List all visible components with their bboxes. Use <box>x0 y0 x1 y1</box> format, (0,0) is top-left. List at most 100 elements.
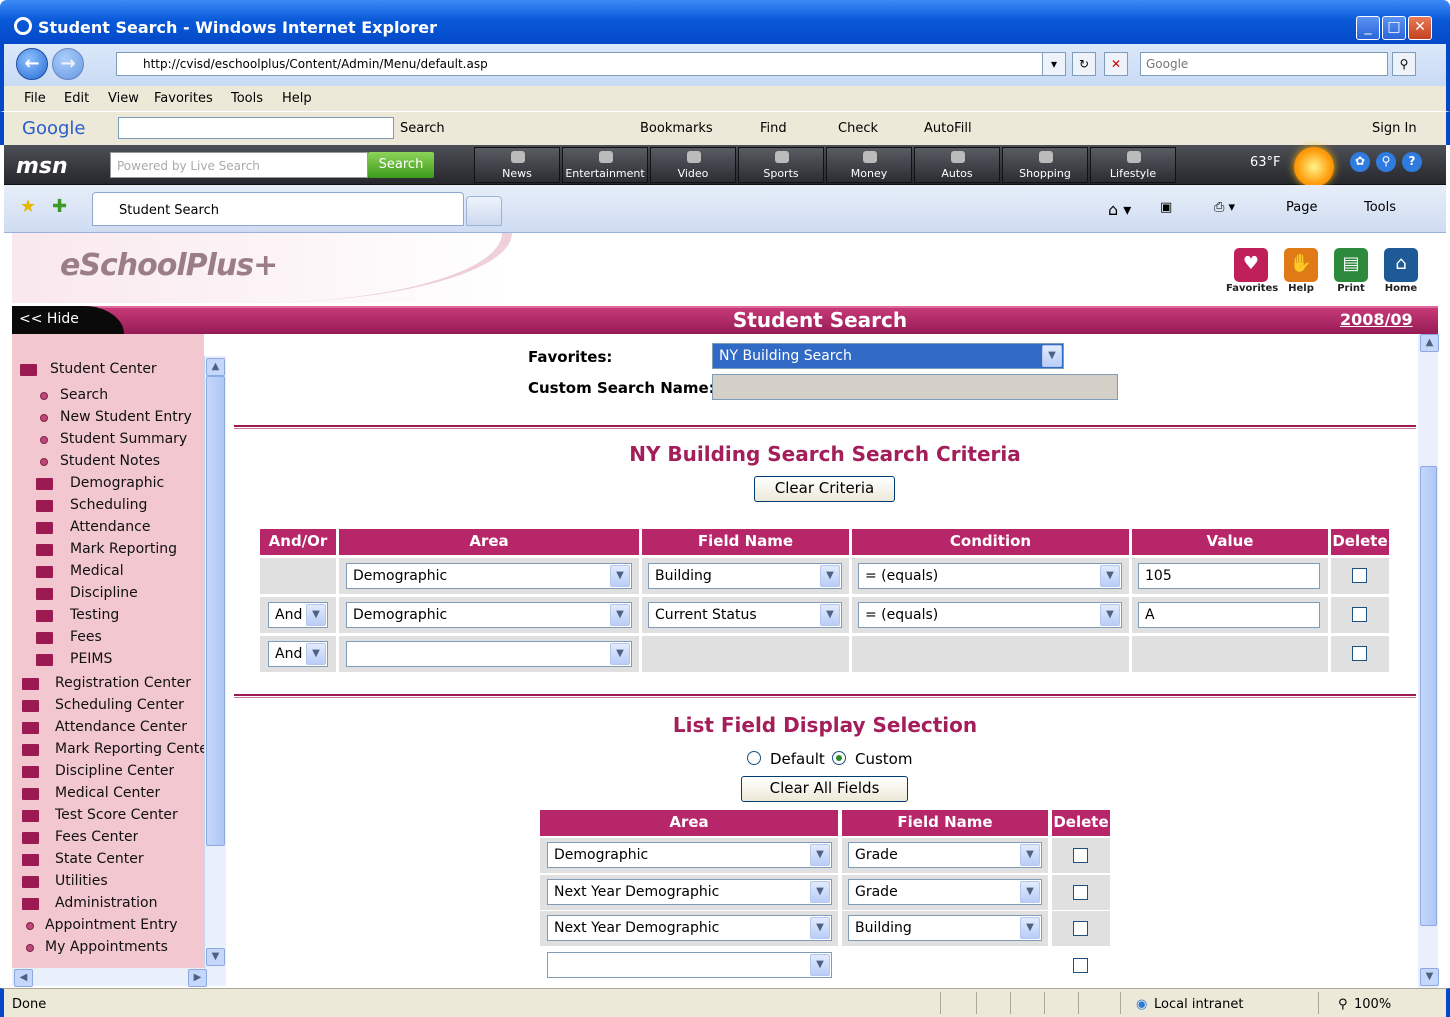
clear-all-fields-button[interactable]: Clear All Fields <box>741 776 908 802</box>
display-field-select[interactable]: Building ▼ <box>848 915 1042 941</box>
default-radio[interactable] <box>747 751 761 765</box>
search-icon[interactable]: ⚲ <box>1392 52 1416 76</box>
zoom-level[interactable]: 100% <box>1354 997 1391 1012</box>
favorites-star-icon[interactable]: ★ <box>20 196 36 217</box>
sidebar-scroll-thumb[interactable] <box>206 376 225 846</box>
custom-search-name-input[interactable] <box>712 374 1118 400</box>
msn-messenger-icon[interactable]: ✿ <box>1350 152 1370 172</box>
chevron-down-icon[interactable]: ▼ <box>306 643 326 665</box>
minimize-button[interactable]: _ <box>1356 16 1380 40</box>
andor-select[interactable]: And ▼ <box>268 602 328 628</box>
feeds-icon[interactable]: ▣ <box>1160 200 1172 215</box>
scroll-left-icon[interactable]: ◀ <box>14 969 33 987</box>
msn-tab-lifestyle[interactable]: Lifestyle <box>1090 147 1176 183</box>
favorites-select[interactable]: NY Building Search ▼ <box>712 343 1064 369</box>
chevron-down-icon[interactable]: ▼ <box>610 643 630 665</box>
andor-select[interactable]: And ▼ <box>268 641 328 667</box>
page-menu[interactable]: Page <box>1286 200 1317 215</box>
sidebar-scroll-down-icon[interactable]: ▼ <box>206 948 225 966</box>
sign-in-button[interactable]: Sign In <box>1372 121 1417 136</box>
chevron-down-icon[interactable]: ▼ <box>810 881 830 903</box>
chevron-down-icon[interactable]: ▼ <box>820 604 840 626</box>
sidebar-scroll-up-icon[interactable]: ▲ <box>206 358 225 376</box>
display-field-select[interactable]: Grade ▼ <box>848 879 1042 905</box>
msn-tab-video[interactable]: Video <box>650 147 736 183</box>
msn-tab-sports[interactable]: Sports <box>738 147 824 183</box>
area-select[interactable]: Demographic ▼ <box>346 602 632 628</box>
chevron-down-icon[interactable]: ▼ <box>1100 565 1120 587</box>
chevron-down-icon[interactable]: ▼ <box>810 917 830 939</box>
chevron-down-icon[interactable]: ▼ <box>810 954 830 976</box>
clear-criteria-button[interactable]: Clear Criteria <box>754 476 895 502</box>
chevron-down-icon[interactable]: ▼ <box>610 565 630 587</box>
delete-checkbox[interactable] <box>1352 568 1367 583</box>
msn-help-icon[interactable]: ? <box>1402 152 1422 172</box>
maximize-button[interactable]: □ <box>1382 16 1406 40</box>
url-dropdown-icon[interactable]: ▾ <box>1042 52 1066 76</box>
display-delete-checkbox[interactable] <box>1073 848 1088 863</box>
print-icon[interactable]: ⎙ ▾ <box>1214 200 1235 215</box>
display-delete-checkbox[interactable] <box>1073 958 1088 973</box>
close-button[interactable]: ✕ <box>1408 16 1432 40</box>
value-input[interactable]: A <box>1138 602 1320 628</box>
menu-tools[interactable]: Tools <box>231 91 263 106</box>
menu-view[interactable]: View <box>108 91 139 106</box>
new-tab-button[interactable] <box>466 196 502 226</box>
help-hand-icon[interactable]: ✋ <box>1284 248 1318 282</box>
chevron-down-icon[interactable]: ▼ <box>820 565 840 587</box>
chevron-down-icon[interactable]: ▼ <box>610 604 630 626</box>
back-button[interactable]: ← <box>16 48 48 80</box>
menu-help[interactable]: Help <box>282 91 312 106</box>
chevron-down-icon[interactable]: ▼ <box>306 604 326 626</box>
area-select[interactable]: Demographic ▼ <box>346 563 632 589</box>
bookmarks-button[interactable]: Bookmarks <box>640 121 713 136</box>
google-search-input[interactable] <box>118 117 394 139</box>
live-search-button[interactable]: Search <box>368 152 434 178</box>
chevron-down-icon[interactable]: ▼ <box>1020 917 1040 939</box>
chevron-down-icon[interactable]: ▼ <box>1020 881 1040 903</box>
display-area-select[interactable]: ▼ <box>547 952 832 978</box>
custom-radio[interactable] <box>832 751 846 765</box>
refresh-icon[interactable]: ↻ <box>1072 52 1096 76</box>
menu-edit[interactable]: Edit <box>64 91 89 106</box>
autofill-button[interactable]: AutoFill <box>924 121 972 136</box>
search-input[interactable]: Google <box>1140 52 1388 76</box>
display-delete-checkbox[interactable] <box>1073 921 1088 936</box>
tools-menu[interactable]: Tools <box>1364 200 1396 215</box>
area-select[interactable]: ▼ <box>346 641 632 667</box>
display-area-select[interactable]: Demographic ▼ <box>547 842 832 868</box>
print-page-icon[interactable]: ▤ <box>1334 248 1368 282</box>
msn-tab-autos[interactable]: Autos <box>914 147 1000 183</box>
chevron-down-icon[interactable]: ▼ <box>1042 345 1062 367</box>
msn-tab-money[interactable]: Money <box>826 147 912 183</box>
display-area-select[interactable]: Next Year Demographic ▼ <box>547 879 832 905</box>
value-input[interactable]: 105 <box>1138 563 1320 589</box>
msn-tab-news[interactable]: News <box>474 147 560 183</box>
main-scroll-down-icon[interactable]: ▼ <box>1420 968 1439 986</box>
url-field[interactable]: http://cvisd/eschoolplus/Content/Admin/M… <box>116 52 1066 76</box>
stop-icon[interactable]: ✕ <box>1104 52 1128 76</box>
chevron-down-icon[interactable]: ▼ <box>1100 604 1120 626</box>
display-delete-checkbox[interactable] <box>1073 885 1088 900</box>
google-search-button[interactable]: Search <box>400 121 445 136</box>
school-year-link[interactable]: 2008/09 <box>1340 310 1413 329</box>
tab-student-search[interactable]: Student Search <box>92 192 464 226</box>
condition-select[interactable]: = (equals) ▼ <box>858 563 1122 589</box>
scroll-right-icon[interactable]: ▶ <box>188 969 207 987</box>
chevron-down-icon[interactable]: ▼ <box>1020 844 1040 866</box>
home-page-icon[interactable]: ⌂ <box>1384 248 1418 282</box>
field-name-select[interactable]: Current Status ▼ <box>648 602 842 628</box>
check-button[interactable]: Check <box>838 121 878 136</box>
home-icon[interactable]: ⌂ ▾ <box>1108 200 1131 219</box>
main-scroll-up-icon[interactable]: ▲ <box>1420 334 1439 352</box>
msn-tab-entertainment[interactable]: Entertainment <box>562 147 648 183</box>
msn-search-icon[interactable]: ⚲ <box>1376 152 1396 172</box>
delete-checkbox[interactable] <box>1352 646 1367 661</box>
menu-favorites[interactable]: Favorites <box>154 91 213 106</box>
display-field-select[interactable]: Grade ▼ <box>848 842 1042 868</box>
display-area-select[interactable]: Next Year Demographic ▼ <box>547 915 832 941</box>
weather-temp[interactable]: 63°F <box>1250 155 1281 170</box>
live-search-input[interactable]: Powered by Live Search <box>110 152 368 178</box>
menu-file[interactable]: File <box>24 91 46 106</box>
favorites-heart-icon[interactable]: ♥ <box>1234 248 1268 282</box>
